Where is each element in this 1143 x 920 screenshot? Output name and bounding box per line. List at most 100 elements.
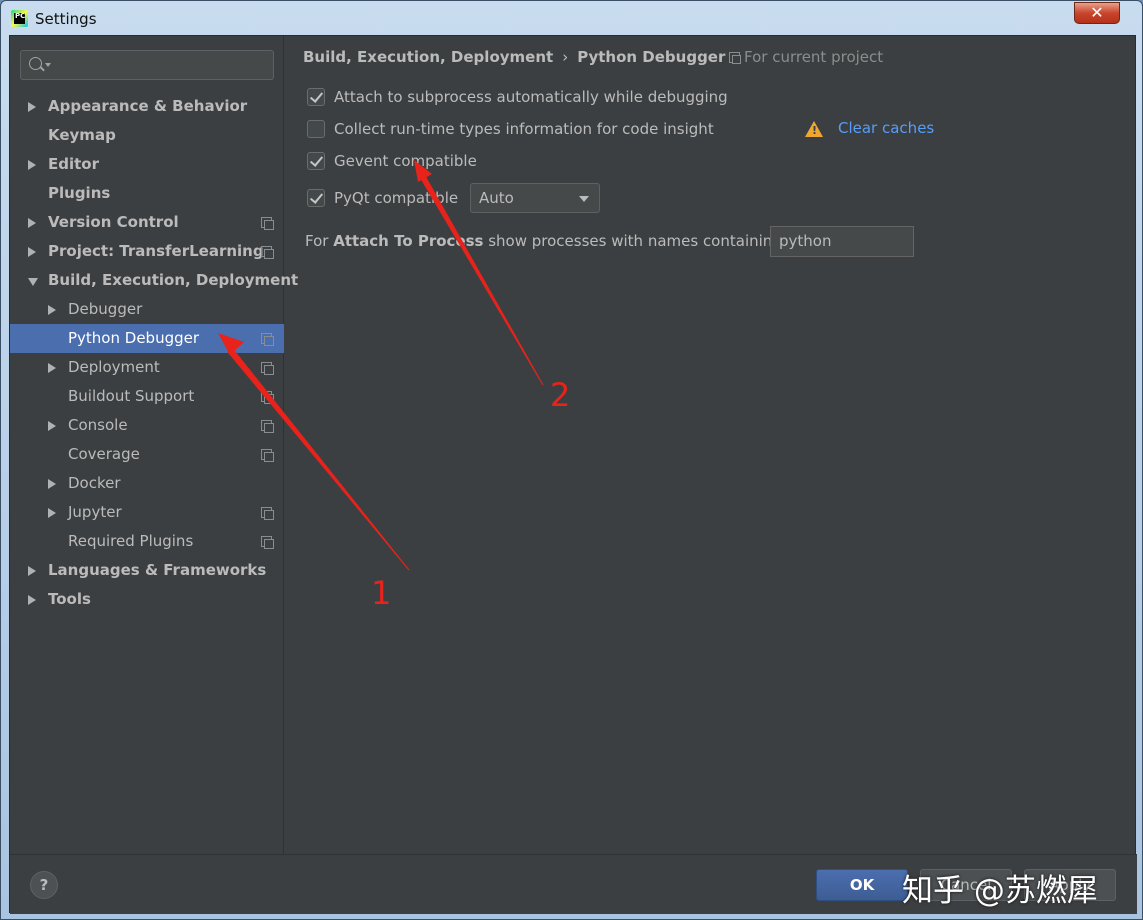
settings-window: PC Settings ✕ Appearance & BehaviorKeyma… [0, 0, 1143, 920]
sidebar-item-appearance-behavior[interactable]: Appearance & Behavior [10, 92, 284, 121]
search-dropdown-icon[interactable] [45, 63, 51, 67]
dialog-client-area: Appearance & BehaviorKeymapEditorPlugins… [9, 35, 1136, 913]
collapsed-arrow-icon[interactable] [48, 508, 56, 518]
collapsed-arrow-icon[interactable] [28, 102, 36, 112]
annotation-label-1: 1 [371, 574, 391, 612]
sidebar-item-console[interactable]: Console [10, 411, 284, 440]
collapsed-arrow-icon[interactable] [28, 160, 36, 170]
sidebar-item-label: Languages & Frameworks [48, 556, 266, 585]
pyqt-mode-value: Auto [479, 189, 514, 207]
process-name-filter-input[interactable]: python [770, 226, 914, 257]
attach-bold: Attach To Process [333, 232, 483, 250]
sidebar-item-build-execution-deployment[interactable]: Build, Execution, Deployment [10, 266, 284, 295]
attach-prefix: For [305, 232, 333, 250]
project-scope-icon [261, 536, 272, 547]
collapsed-arrow-icon[interactable] [48, 479, 56, 489]
sidebar-item-label: Editor [48, 150, 99, 179]
dialog-footer: ? OK Cancel Apply 知乎 @苏燃犀 [10, 854, 1137, 914]
collapsed-arrow-icon[interactable] [28, 247, 36, 257]
sidebar-item-deployment[interactable]: Deployment [10, 353, 284, 382]
sidebar-item-label: Project: TransferLearning [48, 237, 264, 266]
sidebar-item-docker[interactable]: Docker [10, 469, 284, 498]
annotation-label-2: 2 [550, 376, 570, 414]
collapsed-arrow-icon[interactable] [48, 363, 56, 373]
app-icon-text: PC [15, 13, 25, 20]
sidebar-item-label: Jupyter [68, 498, 122, 527]
sidebar-item-label: Keymap [48, 121, 116, 150]
sidebar-item-label: Required Plugins [68, 527, 193, 556]
sidebar-item-project-transferlearning[interactable]: Project: TransferLearning [10, 237, 284, 266]
window-close-button[interactable]: ✕ [1074, 2, 1120, 24]
sidebar-item-jupyter[interactable]: Jupyter [10, 498, 284, 527]
project-scope-icon [261, 362, 272, 373]
clear-caches-link[interactable]: Clear caches [838, 119, 934, 137]
project-scope-icon [261, 449, 272, 460]
collect-types-checkbox[interactable] [307, 120, 325, 138]
pyqt-mode-select[interactable]: Auto [470, 183, 600, 213]
sidebar-item-debugger[interactable]: Debugger [10, 295, 284, 324]
collapsed-arrow-icon[interactable] [28, 566, 36, 576]
collect-types-label[interactable]: Collect run-time types information for c… [334, 119, 714, 139]
help-button[interactable]: ? [30, 871, 58, 899]
sidebar-item-label: Python Debugger [68, 324, 199, 353]
breadcrumb: Build, Execution, Deployment › Python Debu… [303, 48, 725, 66]
project-scope-icon [261, 217, 272, 228]
expanded-arrow-icon[interactable] [28, 278, 38, 286]
scope-indicator: For current project [729, 48, 883, 66]
warning-icon [805, 121, 823, 137]
sidebar-item-coverage[interactable]: Coverage [10, 440, 284, 469]
settings-tree: Appearance & BehaviorKeymapEditorPlugins… [10, 92, 284, 614]
sidebar-item-plugins[interactable]: Plugins [10, 179, 284, 208]
project-scope-icon [261, 507, 272, 518]
collapsed-arrow-icon[interactable] [28, 595, 36, 605]
sidebar-item-label: Build, Execution, Deployment [48, 266, 298, 295]
pyqt-label[interactable]: PyQt compatible [334, 188, 458, 208]
breadcrumb-separator: › [562, 48, 568, 66]
sidebar-item-keymap[interactable]: Keymap [10, 121, 284, 150]
settings-sidebar: Appearance & BehaviorKeymapEditorPlugins… [10, 36, 284, 854]
zhihu-watermark: 知乎 @苏燃犀 [902, 865, 1098, 910]
chevron-down-icon [579, 196, 589, 202]
sidebar-item-tools[interactable]: Tools [10, 585, 284, 614]
sidebar-item-label: Coverage [68, 440, 140, 469]
settings-search-field[interactable] [20, 50, 274, 80]
collapsed-arrow-icon[interactable] [48, 305, 56, 315]
ok-button[interactable]: OK [816, 869, 908, 901]
settings-content-panel: Build, Execution, Deployment › Python Debu… [285, 36, 1137, 854]
attach-to-process-label: For Attach To Process show processes wit… [305, 232, 787, 250]
attach-subprocess-checkbox[interactable] [307, 88, 325, 106]
pyqt-checkbox[interactable] [307, 189, 325, 207]
sidebar-item-label: Deployment [68, 353, 160, 382]
sidebar-item-python-debugger[interactable]: Python Debugger [10, 324, 284, 353]
project-scope-icon [261, 420, 272, 431]
sidebar-item-label: Appearance & Behavior [48, 92, 247, 121]
sidebar-item-label: Buildout Support [68, 382, 194, 411]
collapsed-arrow-icon[interactable] [28, 218, 36, 228]
project-scope-icon [261, 391, 272, 402]
project-scope-icon [729, 52, 740, 63]
pycharm-app-icon: PC [11, 10, 28, 27]
attach-subprocess-label[interactable]: Attach to subprocess automatically while… [334, 87, 728, 107]
breadcrumb-current: Python Debugger [577, 48, 725, 66]
sidebar-item-label: Docker [68, 469, 121, 498]
sidebar-item-buildout-support[interactable]: Buildout Support [10, 382, 284, 411]
project-scope-icon [261, 333, 272, 344]
sidebar-item-languages-frameworks[interactable]: Languages & Frameworks [10, 556, 284, 585]
collapsed-arrow-icon[interactable] [48, 421, 56, 431]
sidebar-item-version-control[interactable]: Version Control [10, 208, 284, 237]
window-title: Settings [35, 10, 97, 28]
title-bar: PC Settings ✕ [1, 1, 1142, 35]
sidebar-item-label: Tools [48, 585, 91, 614]
breadcrumb-parent[interactable]: Build, Execution, Deployment [303, 48, 553, 66]
gevent-label[interactable]: Gevent compatible [334, 151, 477, 171]
sidebar-item-label: Plugins [48, 179, 110, 208]
attach-suffix: show processes with names containing: [483, 232, 786, 250]
sidebar-item-required-plugins[interactable]: Required Plugins [10, 527, 284, 556]
project-scope-icon [261, 246, 272, 257]
sidebar-item-editor[interactable]: Editor [10, 150, 284, 179]
gevent-checkbox[interactable] [307, 152, 325, 170]
search-icon [29, 57, 42, 70]
scope-label: For current project [744, 48, 883, 66]
sidebar-item-label: Console [68, 411, 128, 440]
sidebar-item-label: Debugger [68, 295, 142, 324]
